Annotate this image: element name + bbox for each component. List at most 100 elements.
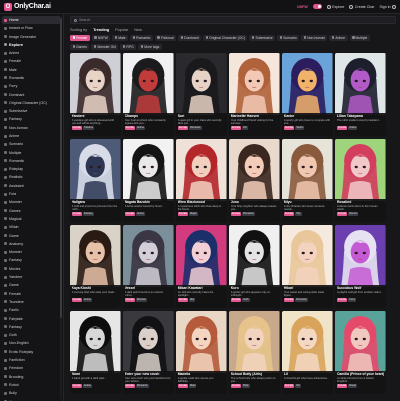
- tag-filter-multiple[interactable]: Multiple: [349, 34, 370, 41]
- character-card[interactable]: Lil A cheerful girl who loves adventures.…: [282, 310, 333, 395]
- sidebar-item-romantic[interactable]: Romantic: [2, 157, 61, 165]
- character-tag[interactable]: Female: [283, 126, 295, 130]
- sidebar-item-dominant[interactable]: Dominant: [2, 90, 61, 98]
- sort-tab-popular[interactable]: Popular: [115, 28, 128, 32]
- tag-filter-more-tags[interactable]: More tags: [138, 43, 162, 50]
- character-tag[interactable]: Female: [283, 212, 295, 216]
- sidebar-item-movies[interactable]: Movies: [2, 265, 61, 273]
- character-card[interactable]: Yandere A yandere girl who is obsessed wi…: [70, 52, 121, 136]
- sidebar-item-romantic[interactable]: Romantic: [2, 74, 61, 82]
- character-card[interactable]: Kuro A gothic girl who appears only at mi…: [229, 224, 280, 309]
- sidebar-item-horror[interactable]: Horror: [2, 397, 61, 401]
- character-tag[interactable]: Female: [177, 212, 189, 216]
- tag-filter-anime[interactable]: Anime: [329, 34, 348, 41]
- sidebar-item-anime[interactable]: Anime: [2, 132, 61, 140]
- sidebar-item-female[interactable]: Female: [2, 57, 61, 65]
- character-tag[interactable]: Monster: [135, 298, 147, 302]
- sort-tab-trending[interactable]: Trending: [93, 28, 109, 32]
- character-card[interactable]: Hikari Your sweet and caring older sister…: [282, 224, 333, 309]
- character-tag[interactable]: Furry: [348, 298, 357, 302]
- character-card[interactable]: Camilla (Prince of your heart) A noble pr…: [335, 310, 386, 395]
- sort-tab-new[interactable]: New: [134, 28, 142, 32]
- tag-filter-female[interactable]: Female: [70, 34, 90, 41]
- character-tag[interactable]: Female: [124, 384, 135, 388]
- character-tag[interactable]: OC: [242, 126, 248, 130]
- sidebar-item-yandere[interactable]: Yandere: [2, 273, 61, 281]
- character-tag[interactable]: Female: [71, 126, 82, 130]
- sidebar-item-assistant[interactable]: Assistant: [2, 182, 61, 190]
- character-card[interactable]: Hallgara A cold and proud ice princess fr…: [70, 138, 121, 223]
- character-tag[interactable]: Fantasy: [82, 212, 94, 216]
- character-card[interactable]: Madelia A gentle maid who serves you fait…: [176, 310, 227, 395]
- character-card[interactable]: Juno Your flirty neighbor who always teas…: [229, 138, 280, 223]
- character-card[interactable]: Wren Blackwood A mysterious witch who liv…: [176, 138, 227, 223]
- character-tag[interactable]: Female: [71, 384, 82, 388]
- sidebar-item-monster[interactable]: Monster: [2, 248, 61, 256]
- character-tag[interactable]: Female: [230, 212, 242, 216]
- explore-button[interactable]: Explore: [326, 4, 344, 9]
- tag-filter-non-human[interactable]: Non-human: [301, 34, 328, 41]
- character-tag[interactable]: Royal: [348, 384, 357, 388]
- sidebar-item-fairytale[interactable]: Fairytale: [2, 314, 61, 322]
- tag-filter-scenario[interactable]: Scenario: [277, 34, 300, 41]
- tag-filter-dominant[interactable]: Dominant: [178, 34, 202, 41]
- character-tag[interactable]: Goth: [242, 298, 250, 302]
- character-tag[interactable]: Female: [336, 126, 348, 130]
- sidebar-item-magical[interactable]: Magical: [2, 215, 61, 223]
- sidebar-item-goth[interactable]: Goth: [2, 331, 61, 339]
- character-tag[interactable]: Maid: [189, 384, 197, 388]
- sidebar-item-home[interactable]: Home: [2, 16, 61, 25]
- tag-filter-monster-girl[interactable]: Monster Girl: [91, 43, 119, 50]
- character-card[interactable]: Suri A quiet girl in your class who secre…: [176, 52, 227, 136]
- character-tag[interactable]: Romantic: [242, 212, 255, 216]
- sidebar-item-game[interactable]: Game: [2, 231, 61, 239]
- character-card[interactable]: Lilian Takayama The strict student counci…: [335, 52, 386, 136]
- character-tag[interactable]: Shy: [295, 212, 302, 216]
- sidebar-item-erotic-roleplay[interactable]: Erotic Roleplay: [2, 348, 61, 356]
- character-card[interactable]: Nagata Bazukin A fierce warrior bound by …: [123, 138, 174, 223]
- sidebar-item-non-human[interactable]: Non-human: [2, 124, 61, 132]
- character-card[interactable]: Succubus Wolf A playful wolf girl from an…: [335, 224, 386, 309]
- character-tag[interactable]: Romantic: [135, 384, 149, 388]
- character-card[interactable]: Nomi A silent girl with a dark past... Fem…: [70, 310, 121, 395]
- sidebar-item-female[interactable]: Female: [2, 290, 61, 298]
- tag-filter-rpg[interactable]: RPG: [120, 43, 137, 50]
- sidebar-item-fantasy[interactable]: Fantasy: [2, 115, 61, 123]
- character-tag[interactable]: Female: [336, 212, 348, 216]
- character-card[interactable]: Marinette Hansen Your childhood friend vi…: [229, 52, 280, 136]
- sidebar-item-realistic[interactable]: Realistic: [2, 173, 61, 181]
- character-card[interactable]: Enter your new crush Your new crush who j…: [123, 310, 174, 395]
- tag-filter-romantic[interactable]: Romantic: [130, 34, 153, 41]
- sidebar-item-fanfiction[interactable]: Fanfiction: [2, 356, 61, 364]
- character-card[interactable]: Rosalind A demon lord reborn in the human…: [335, 138, 386, 223]
- sidebar-item-game[interactable]: Game: [2, 281, 61, 289]
- sidebar-item-fanfic[interactable]: Fanfic: [2, 306, 61, 314]
- sidebar-item-non-english[interactable]: Non-English: [2, 339, 61, 347]
- character-tag[interactable]: Female: [230, 298, 242, 302]
- character-tag[interactable]: Anime: [348, 126, 358, 130]
- sidebar-item-multiple[interactable]: Multiple: [2, 148, 61, 156]
- character-tag[interactable]: Female: [71, 298, 82, 302]
- character-tag[interactable]: Female: [71, 212, 82, 216]
- character-tag[interactable]: Bully: [242, 384, 250, 388]
- nsfw-toggle[interactable]: [312, 4, 322, 9]
- character-card[interactable]: School Bully (Airis) The school bully who…: [229, 310, 280, 395]
- character-tag[interactable]: Demon: [348, 212, 359, 216]
- character-tag[interactable]: Yandere: [82, 126, 95, 130]
- character-tag[interactable]: Female: [124, 212, 135, 216]
- sidebar-item-tsundere[interactable]: Tsundere: [2, 298, 61, 306]
- search-input[interactable]: Search: [70, 16, 396, 24]
- character-tag[interactable]: Female: [283, 384, 295, 388]
- character-tag[interactable]: Female: [177, 126, 189, 130]
- character-tag[interactable]: Female: [177, 298, 189, 302]
- sidebar-item-anatomy[interactable]: Anatomy: [2, 240, 61, 248]
- sidebar-item-original-character-oc-[interactable]: Original Character (OC): [2, 99, 61, 107]
- sidebar-item-monster[interactable]: Monster: [2, 198, 61, 206]
- sidebar-item-bully[interactable]: Bully: [2, 389, 61, 397]
- tag-filter-fictional[interactable]: Fictional: [154, 34, 177, 41]
- sidebar-item-fantasy[interactable]: Fantasy: [2, 256, 61, 264]
- character-tag[interactable]: Female: [336, 384, 348, 388]
- character-tag[interactable]: Magic: [189, 212, 198, 216]
- sidebar-item-roleplay[interactable]: Roleplay: [2, 165, 61, 173]
- sidebar-item-scenario[interactable]: Scenario: [2, 140, 61, 148]
